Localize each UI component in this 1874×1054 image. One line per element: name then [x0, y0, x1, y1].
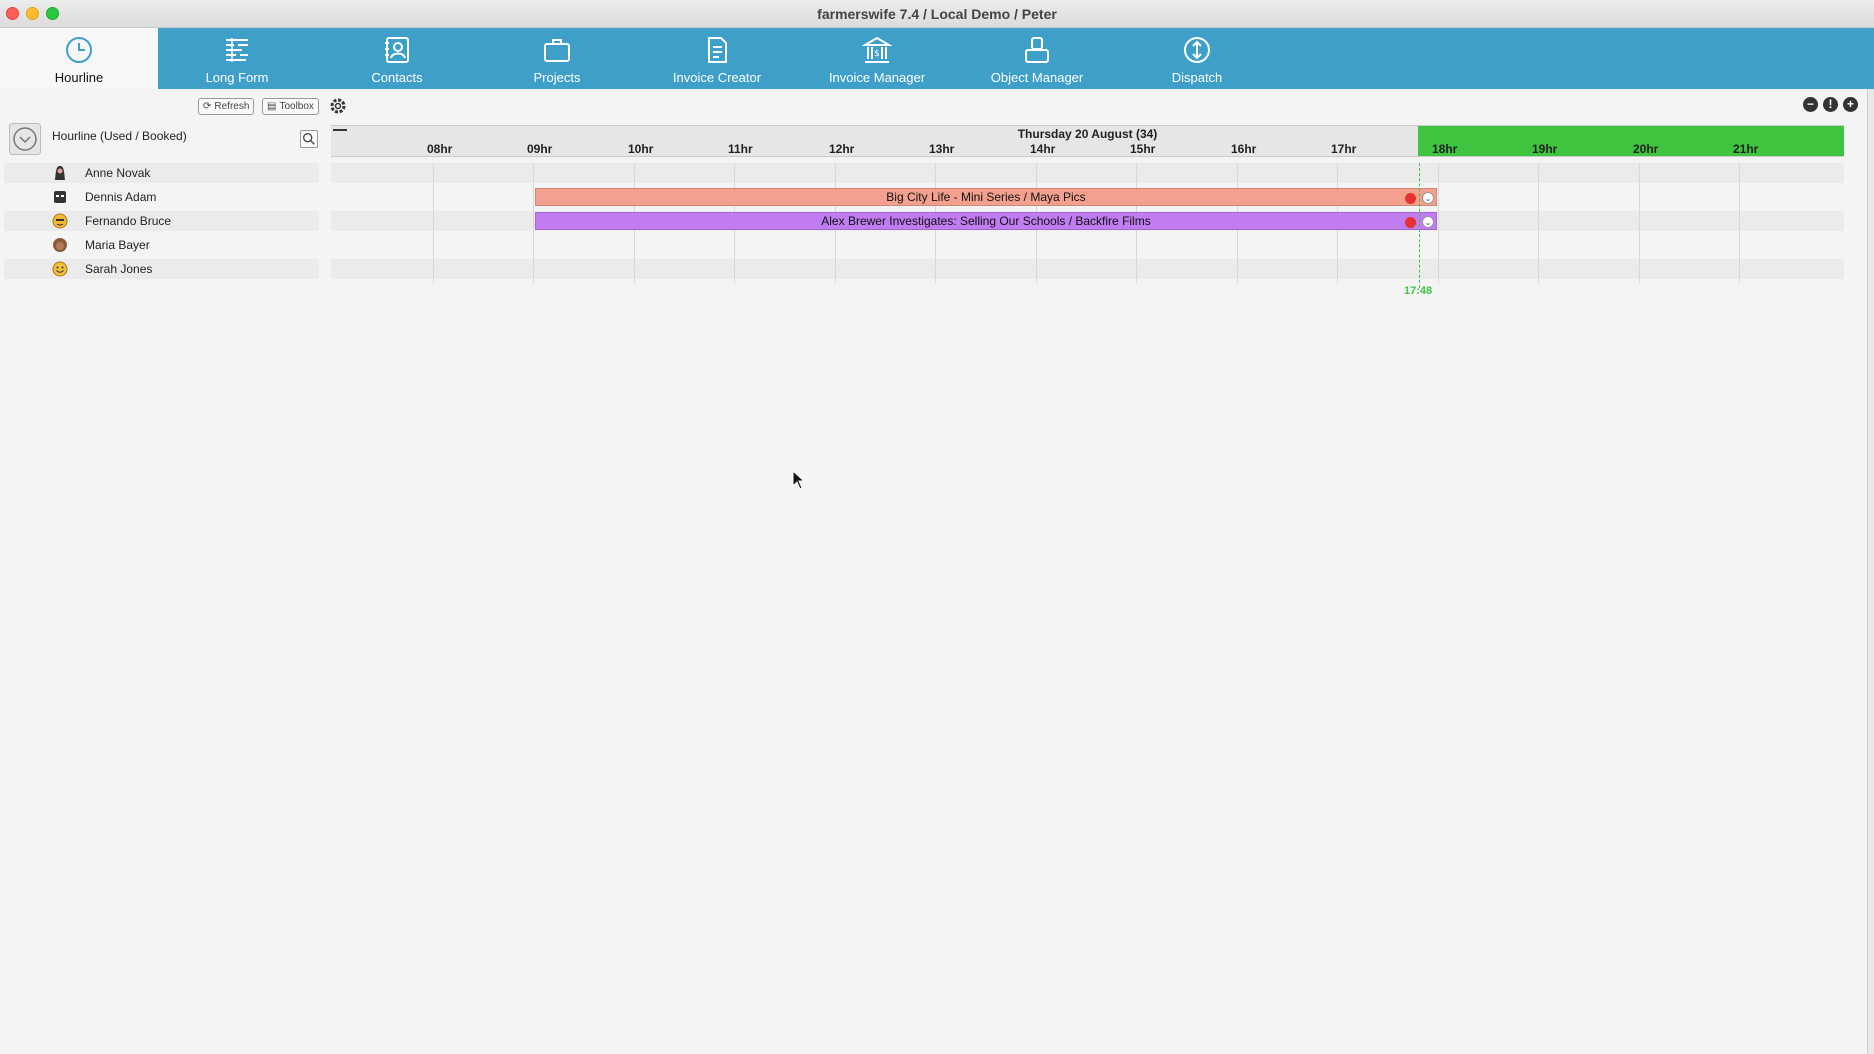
long-form-icon: [221, 34, 253, 66]
status-dot-icon: [1405, 217, 1416, 228]
window-right-border: [1867, 89, 1874, 1054]
booking-bar[interactable]: Big City Life - Mini Series / Maya Pics …: [535, 188, 1437, 206]
document-icon: [701, 34, 733, 66]
hour-label: 13hr: [929, 142, 955, 156]
main-nav: Hourline Long Form Contacts Projects Inv…: [0, 28, 1874, 89]
grid-row: [331, 235, 1844, 255]
hour-label: 09hr: [527, 142, 553, 156]
nav-label: Long Form: [205, 70, 269, 85]
hour-gridline: [1438, 163, 1439, 283]
hourline-clock-icon[interactable]: [9, 123, 41, 155]
toolbox-button[interactable]: ▤ Toolbox: [262, 98, 319, 115]
objects-icon: [1021, 34, 1053, 66]
settings-gear-icon[interactable]: [329, 97, 347, 115]
zoom-reset-button[interactable]: !: [1823, 97, 1838, 112]
booking-title: Big City Life - Mini Series / Maya Pics: [886, 190, 1086, 204]
nav-invoice-manager[interactable]: $ Invoice Manager: [798, 28, 956, 89]
resource-name: Anne Novak: [85, 166, 151, 180]
nav-label: Projects: [533, 70, 581, 85]
nav-label: Dispatch: [1171, 70, 1223, 85]
resource-row[interactable]: Anne Novak: [4, 163, 319, 183]
resource-name: Sarah Jones: [85, 262, 153, 276]
timeline-header[interactable]: Thursday 20 August (34) 08hr 09hr 10hr 1…: [331, 125, 1844, 157]
hour-gridline: [1739, 163, 1740, 283]
current-time-label: 17:48: [1404, 285, 1433, 297]
refresh-icon: ⟳: [203, 101, 212, 112]
hour-label: 08hr: [427, 142, 453, 156]
nav-hourline[interactable]: Hourline: [0, 28, 158, 89]
hour-label: 12hr: [829, 142, 855, 156]
hour-label: 14hr: [1030, 142, 1056, 156]
nav-label: Hourline: [54, 70, 104, 85]
nav-long-form[interactable]: Long Form: [158, 28, 316, 89]
nav-invoice-creator[interactable]: Invoice Creator: [638, 28, 796, 89]
window-title: farmerswife 7.4 / Local Demo / Peter: [817, 6, 1057, 22]
smiley-icon: [52, 213, 68, 229]
mask-icon: [52, 189, 68, 205]
hour-label: 15hr: [1130, 142, 1156, 156]
nav-label: Contacts: [371, 70, 423, 85]
nav-dispatch[interactable]: Dispatch: [1118, 28, 1276, 89]
dispatch-icon: [1181, 34, 1213, 66]
hour-gridline: [533, 163, 534, 283]
head-icon: [52, 237, 68, 253]
booking-title: Alex Brewer Investigates: Selling Our Sc…: [821, 214, 1151, 228]
refresh-button[interactable]: ⟳ Refresh: [198, 98, 255, 115]
happy-face-icon: [52, 261, 68, 277]
nav-label: Invoice Creator: [672, 70, 762, 85]
clock-icon: [63, 34, 95, 66]
hour-gridline: [1538, 163, 1539, 283]
chevron-down-icon[interactable]: ⌄: [1422, 192, 1434, 204]
hour-label: 11hr: [728, 142, 753, 156]
hour-label: 21hr: [1733, 142, 1759, 156]
svg-text:$: $: [874, 49, 880, 59]
hour-label: 16hr: [1231, 142, 1257, 156]
hour-gridline: [433, 163, 434, 283]
briefcase-icon: [541, 34, 573, 66]
hour-label: 19hr: [1532, 142, 1558, 156]
contacts-icon: [381, 34, 413, 66]
search-icon: [303, 133, 315, 145]
hour-label: 20hr: [1633, 142, 1659, 156]
grid-row: [331, 259, 1844, 279]
resource-row[interactable]: Sarah Jones: [4, 259, 319, 279]
resource-name: Fernando Bruce: [85, 214, 172, 228]
resource-name: Dennis Adam: [85, 190, 157, 204]
nav-contacts[interactable]: Contacts: [318, 28, 476, 89]
resource-row[interactable]: Dennis Adam: [4, 187, 319, 207]
person-icon: [52, 165, 68, 181]
window-titlebar: farmerswife 7.4 / Local Demo / Peter: [0, 0, 1874, 28]
nav-label: Invoice Manager: [828, 70, 926, 85]
status-dot-icon: [1405, 193, 1416, 204]
mouse-cursor-icon: [792, 469, 806, 490]
grid-row: [331, 163, 1844, 183]
hour-gridline: [1639, 163, 1640, 283]
resource-row[interactable]: Fernando Bruce: [4, 211, 319, 231]
nav-label: Object Manager: [990, 70, 1084, 85]
hour-label: 10hr: [628, 142, 654, 156]
panel-title: Hourline (Used / Booked): [52, 129, 187, 143]
toolbox-icon: ▤: [267, 101, 277, 112]
hour-label: 17hr: [1331, 142, 1357, 156]
day-label: Thursday 20 August (34): [1017, 127, 1158, 141]
nav-projects[interactable]: Projects: [478, 28, 636, 89]
chevron-down-icon[interactable]: ⌄: [1422, 216, 1434, 228]
resource-row[interactable]: Maria Bayer: [4, 235, 319, 255]
zoom-in-button[interactable]: +: [1843, 97, 1858, 112]
nav-object-manager[interactable]: Object Manager: [958, 28, 1116, 89]
zoom-out-button[interactable]: −: [1803, 97, 1818, 112]
schedule-grid[interactable]: Big City Life - Mini Series / Maya Pics …: [331, 163, 1844, 297]
current-time-line: [1419, 163, 1420, 288]
bank-icon: $: [861, 34, 893, 66]
booking-bar[interactable]: Alex Brewer Investigates: Selling Our Sc…: [535, 212, 1437, 230]
hour-label: 18hr: [1432, 142, 1458, 156]
search-button[interactable]: [300, 130, 318, 148]
resource-name: Maria Bayer: [85, 238, 150, 252]
